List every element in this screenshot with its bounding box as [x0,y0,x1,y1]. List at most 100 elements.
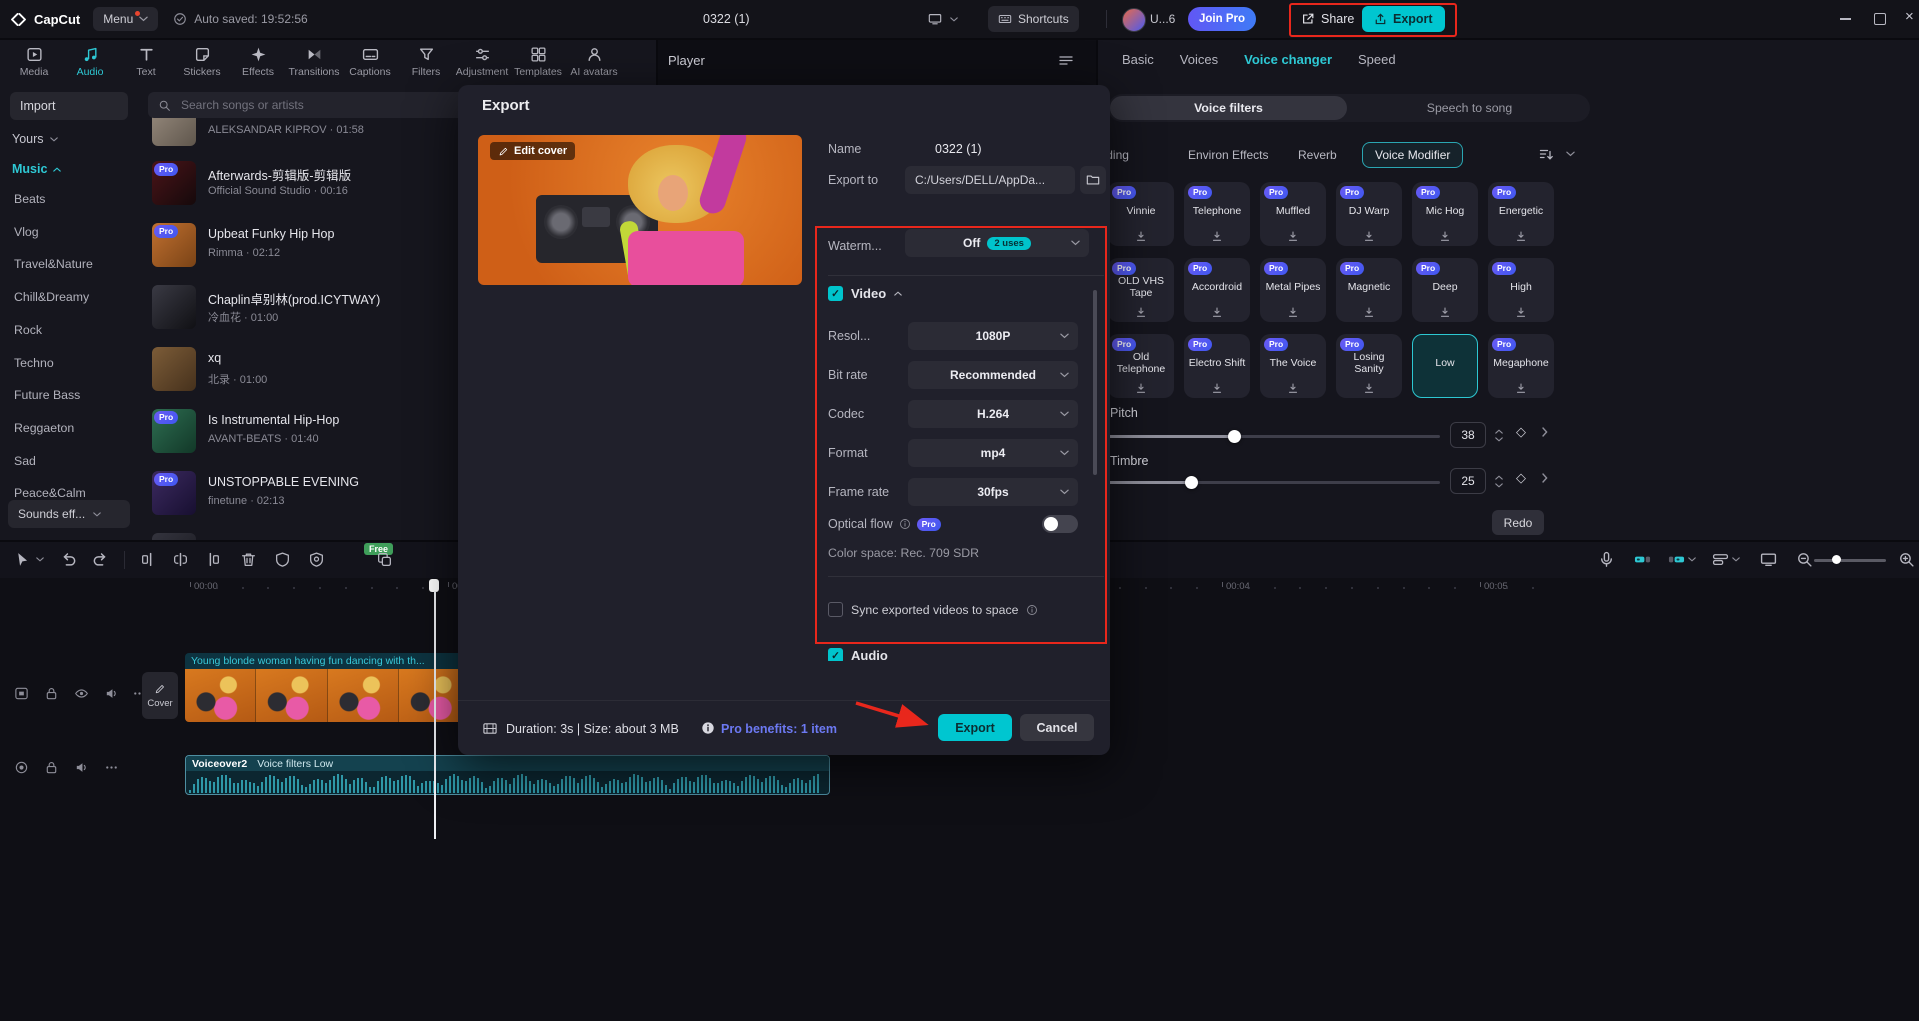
optical-flow-toggle[interactable] [1042,515,1078,533]
zoom-slider-thumb[interactable] [1832,555,1841,564]
stepper-up-icon[interactable] [1495,428,1503,434]
pitch-stepper[interactable] [1492,422,1506,448]
voice-effect-mic-hog[interactable]: Pro Mic Hog [1412,182,1478,246]
collapse-icon[interactable] [894,291,902,296]
timbre-stepper[interactable] [1492,468,1506,494]
voice-effect-muffled[interactable]: Pro Muffled [1260,182,1326,246]
tab-voices[interactable]: Voices [1180,52,1218,67]
stepper-down-icon[interactable] [1495,482,1503,488]
resolution-dropdown[interactable]: 1080P [908,322,1078,350]
pitch-keyframe-icon[interactable]: ◇ [1516,424,1526,440]
close-button[interactable]: × [1905,8,1914,25]
voice-effect-the-voice[interactable]: Pro The Voice [1260,334,1326,398]
timbre-slider[interactable] [1108,476,1440,489]
tab-speed[interactable]: Speed [1358,52,1396,67]
menu-button[interactable]: Menu [93,7,159,31]
chip-reverb[interactable]: Reverb [1298,148,1337,162]
framerate-dropdown[interactable]: 30fps [908,478,1078,506]
tab-voice-filters[interactable]: Voice filters [1110,96,1347,120]
sidebar-item-techno[interactable]: Techno [14,356,54,370]
cursor-icon[interactable] [14,551,31,568]
voice-effect-telephone[interactable]: Pro Telephone [1184,182,1250,246]
undo-icon[interactable] [60,551,77,568]
more-icon[interactable] [104,760,119,775]
cover-button[interactable]: Cover [142,672,178,719]
media-tab-media[interactable]: Media [6,40,62,84]
chevron-down-icon[interactable] [1732,557,1740,562]
sync-row[interactable]: Sync exported videos to space [828,602,1038,617]
voice-effect-deep[interactable]: Pro Deep [1412,258,1478,322]
join-pro-button[interactable]: Join Pro [1188,7,1257,31]
sidebar-item-future-bass[interactable]: Future Bass [14,388,80,402]
pitch-slider[interactable] [1108,430,1440,443]
voice-effect-accordroid[interactable]: Pro Accordroid [1184,258,1250,322]
import-button[interactable]: Import [10,92,128,120]
sounds-effects-button[interactable]: Sounds eff... [8,500,130,528]
voice-effect-magnetic[interactable]: Pro Magnetic [1336,258,1402,322]
sidebar-item-beats[interactable]: Beats [14,192,45,206]
shortcuts-button[interactable]: Shortcuts [988,6,1079,32]
media-tab-transitions[interactable]: Transitions [286,40,342,84]
sync-checkbox[interactable] [828,602,843,617]
timbre-expand-icon[interactable] [1542,473,1548,483]
split-icon[interactable] [172,551,189,568]
pitch-expand-icon[interactable] [1542,427,1548,437]
format-dropdown[interactable]: mp4 [908,439,1078,467]
zoom-slider-track[interactable] [1814,559,1886,562]
sidebar-item-yours[interactable]: Yours [12,132,58,146]
stack-icon[interactable] [376,551,393,568]
media-tab-captions[interactable]: Captions [342,40,398,84]
voice-effect-vinnie[interactable]: Pro Vinnie [1108,182,1174,246]
sidebar-item-music[interactable]: Music [12,162,62,176]
timbre-value[interactable]: 25 [1450,468,1486,494]
mask-icon[interactable] [274,551,291,568]
audio-checkbox[interactable]: ✓ [828,648,843,661]
dialog-scrollbar[interactable] [1093,290,1097,475]
voice-effect-megaphone[interactable]: Pro Megaphone [1488,334,1554,398]
maximize-button[interactable] [1874,13,1886,25]
pitch-value[interactable]: 38 [1450,422,1486,448]
split-left-icon[interactable] [140,551,157,568]
media-tab-audio[interactable]: Audio [62,40,118,84]
redo-icon[interactable] [92,551,109,568]
video-checkbox[interactable]: ✓ [828,286,843,301]
chip-voice-modifier[interactable]: Voice Modifier [1362,142,1464,168]
sidebar-item-vlog[interactable]: Vlog [14,225,39,239]
voice-effect-energetic[interactable]: Pro Energetic [1488,182,1554,246]
dialog-cancel-button[interactable]: Cancel [1020,714,1094,741]
voice-effect-dj-warp[interactable]: Pro DJ Warp [1336,182,1402,246]
trash-icon[interactable] [240,551,257,568]
zoom-out-icon[interactable] [1796,551,1813,568]
toggle-icon[interactable] [14,686,29,701]
tab-speech-to-song[interactable]: Speech to song [1349,94,1590,122]
layout-chevron-icon[interactable] [950,17,958,22]
speaker-icon[interactable] [104,686,119,701]
edit-cover-button[interactable]: Edit cover [490,142,576,160]
timbre-keyframe-icon[interactable]: ◇ [1516,470,1526,486]
media-tab-adjustment[interactable]: Adjustment [454,40,510,84]
media-tab-effects[interactable]: Effects [230,40,286,84]
mask2-icon[interactable] [308,551,325,568]
media-tab-templates[interactable]: Templates [510,40,566,84]
voice-effect-old-vhs-tape[interactable]: Pro OLD VHS Tape [1108,258,1174,322]
chip-environ-effects[interactable]: Environ Effects [1188,148,1268,162]
sidebar-item-rock[interactable]: Rock [14,323,42,337]
avatar[interactable] [1122,8,1146,32]
voice-effect-high[interactable]: Pro High [1488,258,1554,322]
voice-effect-old-telephone[interactable]: Pro Old Telephone [1108,334,1174,398]
sidebar-item-peace-calm[interactable]: Peace&Calm [14,486,86,500]
share-button[interactable]: Share [1295,6,1360,32]
media-tab-ai-avatars[interactable]: AI avatars [566,40,622,84]
name-value[interactable]: 0322 (1) [935,139,982,159]
track-b-icon[interactable] [1668,551,1685,568]
zoom-in-icon[interactable] [1898,551,1915,568]
voice-effect-electro-shift[interactable]: Pro Electro Shift [1184,334,1250,398]
media-tab-stickers[interactable]: Stickers [174,40,230,84]
folder-button[interactable] [1080,166,1106,194]
sidebar-item-sad[interactable]: Sad [14,454,36,468]
chips-chevron-icon[interactable] [1566,151,1575,157]
layers-icon[interactable] [1712,551,1729,568]
audio-track-clip[interactable]: Voiceover2 Voice filters Low [185,755,830,795]
display-icon[interactable] [1760,551,1777,568]
voice-effect-low[interactable]: Low [1412,334,1478,398]
